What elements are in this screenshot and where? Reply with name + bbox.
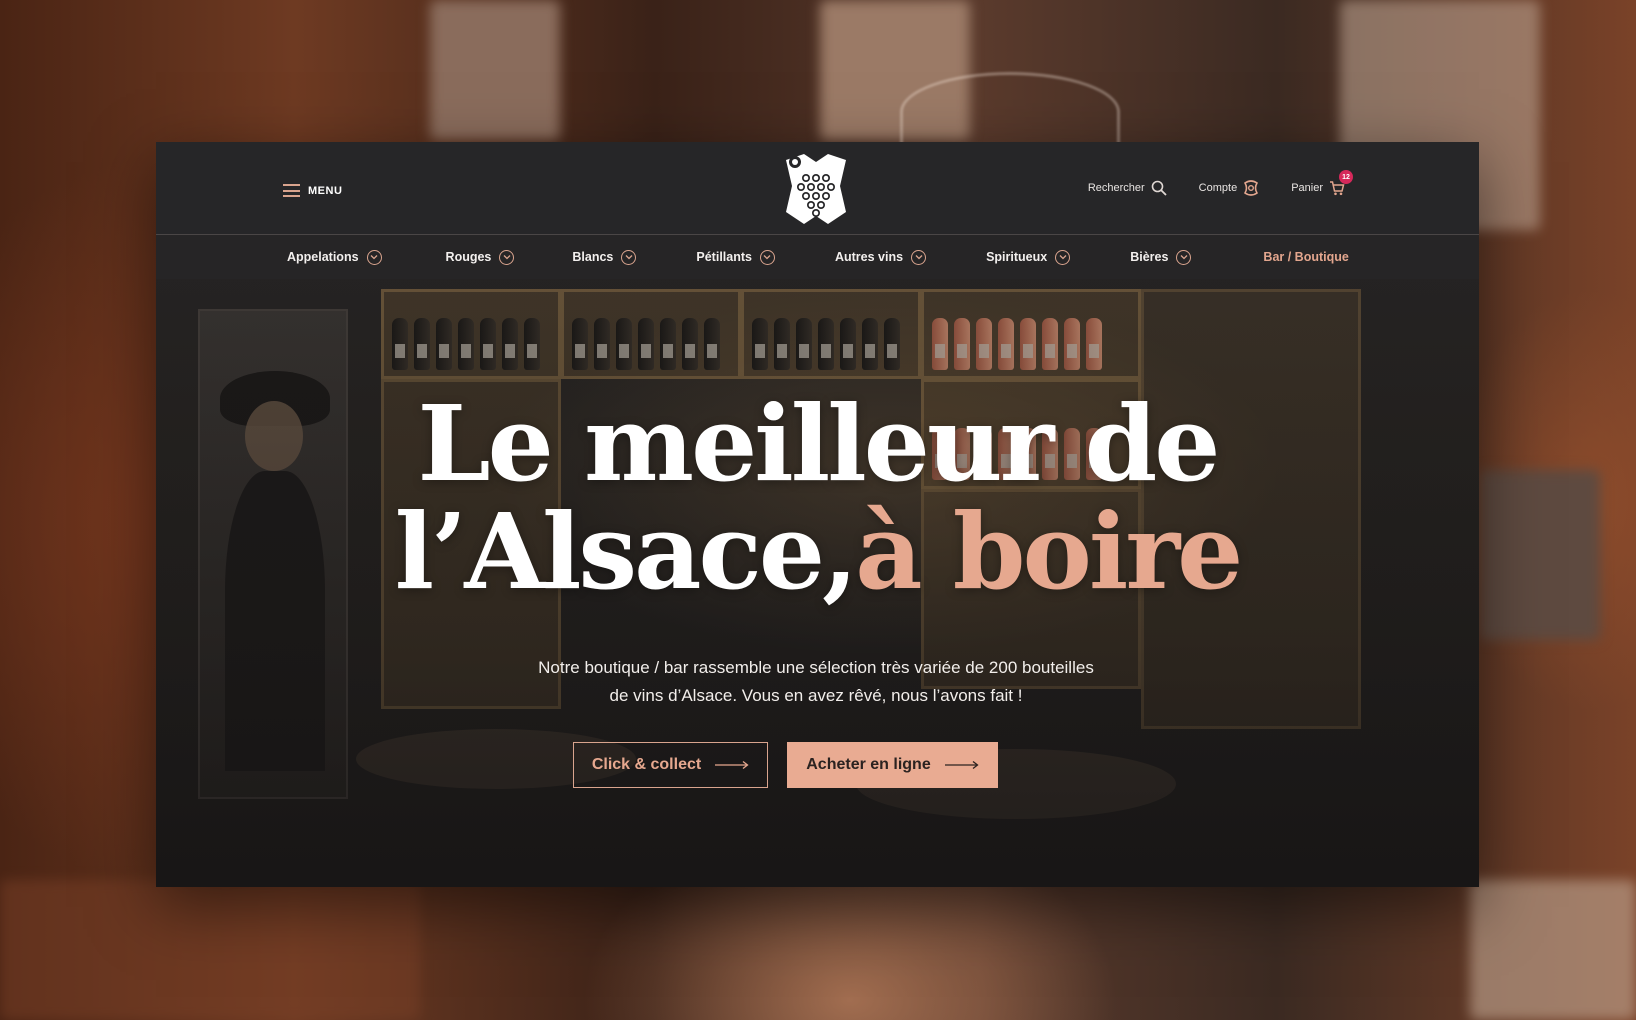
background-shelf xyxy=(0,880,420,1020)
chevron-down-icon xyxy=(621,249,637,265)
site-header: MENU Rechercher Compte Panier 12 xyxy=(156,142,1479,235)
hero-subtitle: Notre boutique / bar rassemble une sélec… xyxy=(456,654,1176,710)
hero-title: Le meilleur de l’Alsace,à boire xyxy=(156,390,1479,606)
chevron-down-icon xyxy=(499,249,515,265)
nav-item-label: Bières xyxy=(1130,250,1169,264)
click-collect-button[interactable]: Click & collect xyxy=(573,742,768,788)
hero-subtitle-line1: Notre boutique / bar rassemble une sélec… xyxy=(538,658,1094,677)
nav-item-autres-vins[interactable]: Autres vins xyxy=(834,249,927,265)
search-link[interactable]: Rechercher xyxy=(1088,180,1167,196)
chevron-down-icon xyxy=(1055,249,1071,265)
background-shelf xyxy=(1480,470,1600,640)
chevron-down-icon xyxy=(366,249,382,265)
hero-title-line2: l’Alsace,à boire xyxy=(156,498,1479,606)
nav-item-label: Blancs xyxy=(572,250,614,264)
chevron-down-icon xyxy=(911,249,927,265)
nav-item-bar-boutique[interactable]: Bar / Boutique xyxy=(1263,250,1348,264)
cart-count-badge: 12 xyxy=(1339,170,1353,184)
hero-subtitle-line2: de vins d’Alsace. Vous en avez rêvé, nou… xyxy=(609,686,1023,705)
cart-label: Panier xyxy=(1291,182,1323,194)
menu-label: MENU xyxy=(308,184,343,197)
nav-item-rouges[interactable]: Rouges xyxy=(445,249,515,265)
nav-item-label: Autres vins xyxy=(834,250,904,264)
website-mockup: MENU Rechercher Compte Panier 12 Appelat… xyxy=(156,142,1479,887)
search-icon xyxy=(1151,180,1167,196)
search-label: Rechercher xyxy=(1087,182,1145,194)
account-link[interactable]: Compte xyxy=(1199,180,1260,196)
click-collect-label: Click & collect xyxy=(591,756,702,773)
nav-item-label: Pétillants xyxy=(696,250,752,264)
cart-link[interactable]: Panier 12 xyxy=(1291,170,1353,196)
buy-online-button[interactable]: Acheter en ligne xyxy=(787,742,998,788)
hero-title-accent: à boire xyxy=(855,490,1243,613)
chevron-down-icon xyxy=(1176,249,1192,265)
nav-item-spiritueux[interactable]: Spiritueux xyxy=(986,249,1071,265)
chevron-down-icon xyxy=(759,249,775,265)
category-nav: Appelations Rouges Blancs Pétillants Aut… xyxy=(156,235,1479,279)
hero-title-white: l’Alsace, xyxy=(394,490,859,613)
account-label: Compte xyxy=(1198,182,1238,194)
logo-grape-icon[interactable] xyxy=(780,150,852,228)
nav-item-blancs[interactable]: Blancs xyxy=(572,249,637,265)
background-wine-glass xyxy=(900,72,1120,152)
nav-item-label: Rouges xyxy=(445,250,492,264)
account-icon xyxy=(1244,180,1259,196)
menu-button[interactable]: MENU xyxy=(283,184,342,197)
hero-title-line1: Le meilleur de xyxy=(417,382,1221,505)
nav-item-label: Appelations xyxy=(287,250,359,264)
menu-icon xyxy=(283,184,300,197)
arrow-right-icon xyxy=(944,760,979,770)
nav-item-bieres[interactable]: Bières xyxy=(1130,249,1192,265)
nav-item-petillants[interactable]: Pétillants xyxy=(696,249,775,265)
background-shelf xyxy=(1470,880,1636,1020)
nav-item-label: Spiritueux xyxy=(986,250,1048,264)
buy-online-label: Acheter en ligne xyxy=(806,756,931,773)
nav-item-appelations[interactable]: Appelations xyxy=(287,249,382,265)
background-shelf xyxy=(430,0,560,140)
arrow-right-icon xyxy=(715,760,749,770)
